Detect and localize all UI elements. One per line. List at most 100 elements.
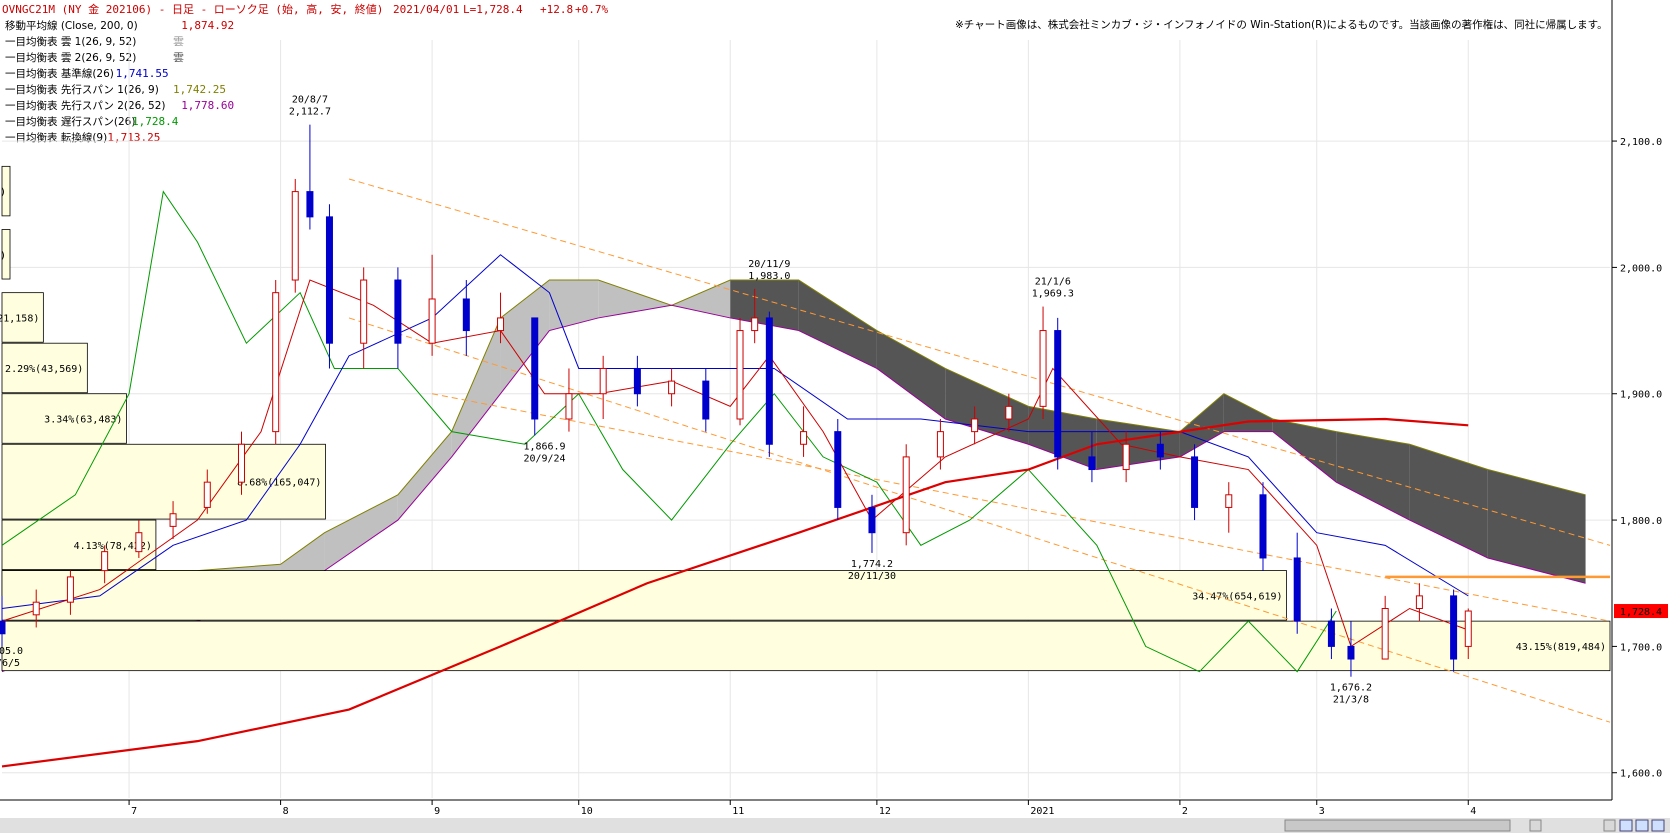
y-tick-label: 1,900.0 — [1620, 390, 1662, 401]
extreme-annotation: 1,969.3 — [1032, 289, 1074, 300]
x-tick-label: 12 — [879, 806, 891, 817]
extreme-annotation: 1,983.0 — [748, 271, 790, 282]
extreme-annotation: 20/11/30 — [848, 571, 896, 582]
candle-body — [1088, 456, 1096, 471]
cloud-segment — [500, 280, 550, 394]
volume-profile-label: 2.29%(43,569) — [5, 364, 83, 375]
extreme-annotation: 21/1/6 — [1035, 277, 1071, 288]
volume-profile-label: 1.11%(21,158) — [0, 313, 39, 324]
cloud-segment — [549, 280, 599, 331]
x-tick-label: 11 — [732, 806, 744, 817]
x-tick-label: 2021 — [1030, 806, 1054, 817]
candle-body — [531, 317, 539, 420]
cloud-segment — [671, 280, 731, 318]
x-tick-label: 7 — [131, 806, 137, 817]
legend-value: 雲 — [173, 35, 184, 48]
cloud-segment — [598, 280, 672, 318]
chart-header-last: L=1,728.4 — [463, 3, 523, 16]
extreme-annotation: 20/8/7 — [292, 95, 328, 106]
candle-body — [1464, 610, 1472, 647]
candle-body — [1054, 330, 1062, 458]
candle-body — [135, 532, 143, 553]
extreme-annotation: 1,705.0 — [0, 646, 23, 657]
cloud-segment — [1096, 419, 1180, 470]
scrollbar-thumb[interactable] — [1284, 819, 1511, 832]
candle-body — [360, 279, 368, 344]
candle-body — [668, 380, 676, 395]
y-tick-label: 1,700.0 — [1620, 642, 1662, 653]
candle-body — [325, 216, 333, 344]
extreme-annotation: 20/9/24 — [523, 453, 565, 464]
extreme-annotation: 1,676.2 — [1330, 683, 1372, 694]
last-price-tag-text: 1,728.4 — [1620, 607, 1662, 618]
candle-body — [32, 601, 40, 616]
fit-button[interactable] — [1651, 819, 1665, 832]
candle-body — [902, 456, 910, 534]
scroll-right-arrow[interactable] — [1603, 819, 1616, 832]
last-price-tag: 1,728.4 — [1614, 604, 1668, 619]
chart-header-change: +12.8 — [540, 3, 573, 16]
candle-body — [237, 443, 245, 483]
extreme-annotation: 21/3/8 — [1333, 695, 1369, 706]
candle-body — [834, 431, 842, 508]
x-tick-label: 4 — [1470, 806, 1476, 817]
cloud-segment — [1409, 444, 1488, 558]
cloud-segment — [1487, 469, 1586, 584]
x-tick-label: 2 — [1182, 806, 1188, 817]
candle-body — [1415, 595, 1423, 609]
candle-body — [702, 380, 710, 420]
candle-body — [1225, 494, 1233, 508]
candle-body — [1122, 443, 1130, 471]
zoom-in-button[interactable] — [1619, 819, 1633, 832]
indicator-legend: 移動平均線 (Close, 200, 0) 1,874.92 一目均衡表 雲 1(2… — [5, 19, 234, 144]
candle-body — [1327, 620, 1335, 647]
legend-value: 1,742.25 — [173, 83, 226, 96]
legend-label: 一目均衡表 雲 1(26, 9, 52) — [5, 35, 136, 48]
volume-profile-bar — [1, 620, 1611, 672]
volume-profile-label: 34.47%(654,619) — [1192, 591, 1282, 602]
extreme-annotation: 20/6/5 — [0, 658, 20, 669]
x-tick-label: 10 — [581, 806, 593, 817]
candle-body — [1039, 330, 1047, 407]
candle-body — [599, 367, 607, 395]
cloud-segment — [1336, 431, 1410, 521]
legend-value: 1,713.25 — [107, 131, 160, 144]
candle-body — [1450, 595, 1458, 660]
cloud-segment — [1028, 406, 1097, 470]
cloud-segment — [1223, 393, 1273, 432]
candle-body — [428, 298, 436, 344]
candle-body — [169, 513, 177, 527]
candle-body — [272, 292, 280, 433]
candle-body — [394, 279, 402, 344]
extreme-annotation: 1,774.2 — [851, 559, 893, 570]
candle-body — [1259, 494, 1267, 559]
y-tick-label: 1,600.0 — [1620, 769, 1662, 780]
x-tick-label: 8 — [283, 806, 289, 817]
volume-profile-label: 43.15%(819,484) — [1516, 642, 1606, 653]
candle-body — [971, 418, 979, 433]
legend-label: 一目均衡表 雲 2(26, 9, 52) — [5, 51, 136, 64]
legend-label: 移動平均線 (Close, 200, 0) — [5, 19, 138, 32]
legend-value: 1,741.55 — [116, 67, 169, 80]
zoom-out-button[interactable] — [1635, 819, 1649, 832]
x-tick-label: 3 — [1319, 806, 1325, 817]
extreme-annotation: 2,112.7 — [289, 107, 331, 118]
y-tick-label: 2,000.0 — [1620, 263, 1662, 274]
candle-body — [751, 317, 759, 332]
x-tick-label: 9 — [434, 806, 440, 817]
candle-body — [1293, 557, 1301, 622]
scroll-left-arrow[interactable] — [1529, 819, 1542, 832]
candle-body — [1381, 608, 1389, 660]
y-tick-label: 1,800.0 — [1620, 516, 1662, 527]
y-tick-label: 2,100.0 — [1620, 137, 1662, 148]
cloud-segment — [324, 494, 398, 571]
extreme-annotation: 20/11/9 — [748, 259, 790, 270]
candle-body — [765, 317, 773, 445]
candle-body — [66, 576, 74, 603]
volume-profile-label: 8.68%(165,047) — [237, 478, 321, 489]
candle-body — [1156, 443, 1164, 458]
legend-value: 1,778.60 — [181, 99, 234, 112]
legend-label: 一目均衡表 先行スパン 2(26, 52) — [5, 99, 165, 112]
candle-body — [1347, 645, 1355, 660]
volume-profile-label: 0.20%(3,802) — [0, 187, 6, 198]
